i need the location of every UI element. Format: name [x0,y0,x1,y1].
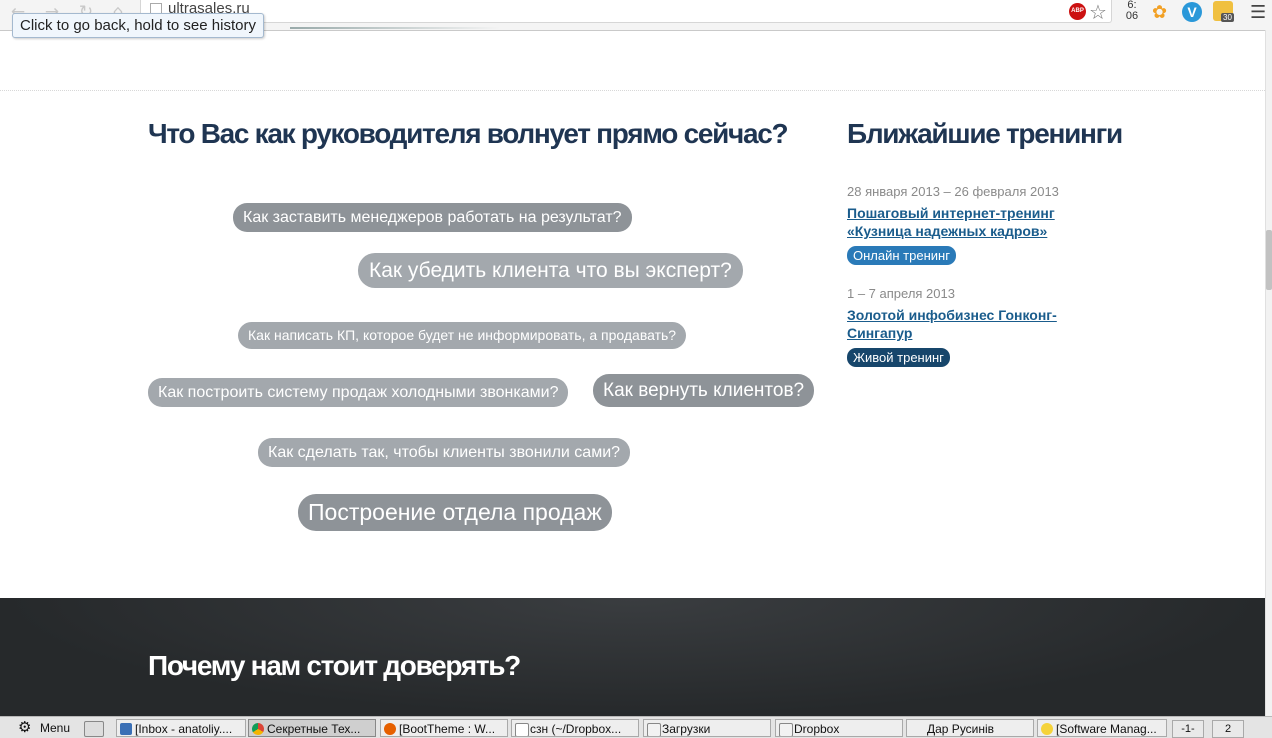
section-divider [0,90,1265,91]
taskbar-item[interactable]: сзн (~/Dropbox... [511,719,639,737]
topic-tag[interactable]: Как сделать так, чтобы клиенты звонили с… [258,438,631,467]
training-date: 28 января 2013 – 26 февраля 2013 [847,184,1059,199]
back-button-tooltip: Click to go back, hold to see history [12,13,264,38]
firefox-icon [384,723,396,735]
taskbar-item[interactable]: Секретные Тех... [248,719,376,737]
training-date: 1 – 7 апреля 2013 [847,286,955,301]
bookmark-star-icon[interactable]: ☆ [1089,0,1107,24]
topic-tag[interactable]: Как заставить менеджеров работать на рез… [233,203,632,232]
taskbar-item-label: [Software Manag... [1056,722,1157,736]
scrollbar-thumb[interactable] [1266,230,1272,290]
folder-icon [647,723,661,736]
browser-menu-icon[interactable]: ☰ [1250,2,1266,23]
trust-heading: Почему нам стоит доверять? [148,650,521,681]
workspace-2[interactable]: 2 [1212,720,1244,738]
taskbar-item-label: [Inbox - anatoliy.... [135,722,233,736]
topic-tag[interactable]: Как построить систему продаж холодными з… [148,378,569,407]
taskbar-item[interactable]: [Inbox - anatoliy.... [116,719,246,737]
concerns-heading: Что Вас как руководителя волнует прямо с… [148,118,789,149]
training-type-badge: Живой тренинг [847,348,950,367]
extension-badge: 30 [1221,13,1234,22]
os-taskbar: ⚙ Menu [Inbox - anatoliy.... Секретные Т… [0,716,1272,738]
taskbar-item-label: Дар Русинів [927,722,995,736]
address-bar[interactable] [140,0,1112,23]
training-link[interactable]: Пошаговый интернет-тренинг «Кузница наде… [847,204,1077,240]
taskbar-item-label: [BootTheme : W... [399,722,496,736]
training-link[interactable]: Золотой инфобизнес Гонконг-Сингапур [847,306,1077,342]
thunderbird-icon [120,723,132,735]
training-type-badge: Онлайн тренинг [847,246,956,265]
topic-tag[interactable]: Как вернуть клиентов? [593,374,815,407]
tooltip-shadow [290,27,500,29]
taskbar-item[interactable]: Дар Русинів [906,719,1034,737]
camera-icon[interactable] [84,721,104,737]
taskbar-item[interactable]: [BootTheme : W... [380,719,508,737]
page-scrollbar[interactable] [1265,30,1272,716]
taskbar-item-label: Секретные Тех... [267,722,361,736]
start-menu-button[interactable]: ⚙ Menu [2,719,76,737]
menu-label: Menu [40,721,71,735]
text-editor-icon [515,723,529,736]
v-extension-icon[interactable]: V [1182,2,1202,22]
gear-icon: ⚙ [18,719,32,736]
folder-icon [779,723,793,736]
chrome-icon [252,723,264,735]
clock-minutes: 06 [1125,10,1139,22]
topic-tag[interactable]: Построение отдела продаж [298,494,612,531]
topic-tag[interactable]: Как убедить клиента что вы эксперт? [358,253,743,288]
adblock-icon[interactable]: ABP [1069,3,1086,20]
taskbar-item[interactable]: Dropbox [775,719,903,737]
trainings-heading: Ближайшие тренинги [847,118,1123,149]
taskbar-item[interactable]: [Software Manag... [1037,719,1167,737]
taskbar-item-label: Загрузки [662,722,711,736]
topic-tag[interactable]: Как написать КП, которое будет не информ… [238,322,687,349]
flower-extension-icon[interactable]: ✿ [1152,2,1167,23]
clock-extension[interactable]: 6: 06 [1121,0,1143,22]
taskbar-item-label: сзн (~/Dropbox... [530,722,622,736]
taskbar-item-label: Dropbox [794,722,840,736]
workspace-1[interactable]: -1- [1172,720,1204,738]
taskbar-item[interactable]: Загрузки [643,719,771,737]
software-manager-icon [1041,723,1053,735]
